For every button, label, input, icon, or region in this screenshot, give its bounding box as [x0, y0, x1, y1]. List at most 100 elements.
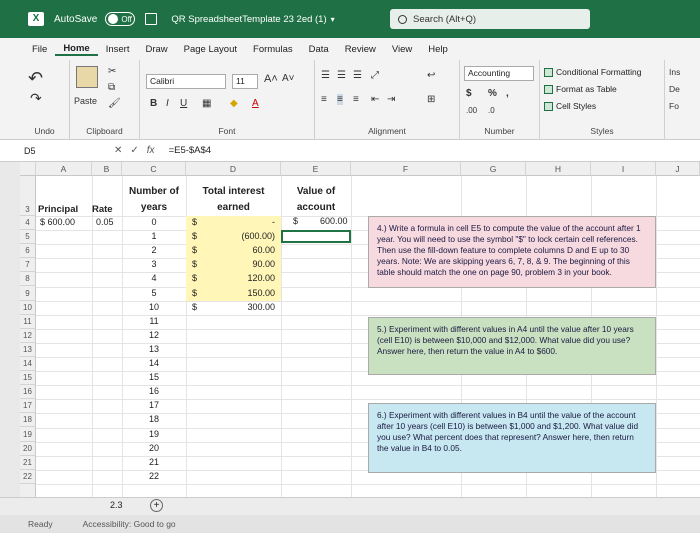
row-header[interactable]: 12 [20, 328, 36, 343]
cell-interest[interactable]: 60.00 [220, 245, 275, 255]
borders-icon[interactable]: ▦ [202, 98, 211, 109]
format-painter-icon[interactable]: 🖌 [108, 98, 121, 109]
col-header-a[interactable]: A [36, 162, 92, 176]
tab-formulas[interactable]: Formulas [245, 44, 301, 55]
underline-button[interactable]: U [180, 98, 187, 109]
cell-years[interactable]: 12 [122, 330, 186, 340]
insert-cells-button[interactable]: Ins [669, 67, 680, 77]
col-header-j[interactable]: J [656, 162, 700, 176]
cell-interest[interactable]: - [220, 217, 275, 227]
orientation-icon[interactable]: ⤢ [371, 70, 379, 81]
cell-interest[interactable]: 90.00 [220, 259, 275, 269]
row-header[interactable]: 20 [20, 441, 36, 456]
accessibility-status[interactable]: Accessibility: Good to go [83, 519, 176, 529]
col-header-i[interactable]: I [591, 162, 656, 176]
decrease-indent-icon[interactable]: ⇤ [371, 94, 379, 105]
row-header[interactable]: 16 [20, 385, 36, 400]
col-header-h[interactable]: H [526, 162, 591, 176]
increase-decimal-icon[interactable]: .00 [466, 106, 477, 115]
format-as-table-button[interactable]: Format as Table [544, 84, 617, 94]
name-box[interactable]: D5 [20, 143, 110, 159]
file-name[interactable]: QR SpreadsheetTemplate 23 2ed (1) [171, 14, 326, 25]
cell-interest[interactable]: (600.00) [220, 231, 275, 241]
row-header[interactable]: 6 [20, 244, 36, 259]
cell-years[interactable]: 0 [122, 217, 186, 227]
row-header[interactable]: 7 [20, 258, 36, 273]
cell-years[interactable]: 2 [122, 245, 186, 255]
format-cells-button[interactable]: Fo [669, 101, 679, 111]
cell-years[interactable]: 21 [122, 457, 186, 467]
row-header[interactable]: 15 [20, 371, 36, 386]
col-header-b[interactable]: B [92, 162, 122, 176]
row-header[interactable]: 8 [20, 272, 36, 287]
align-right-icon[interactable]: ≡ [353, 94, 359, 105]
undo-icon[interactable]: ↶ [28, 68, 43, 89]
tab-insert[interactable]: Insert [98, 44, 138, 55]
italic-button[interactable]: I [166, 98, 169, 109]
cell-e4-currency[interactable]: $ [293, 216, 298, 226]
cell-years[interactable]: 15 [122, 372, 186, 382]
currency-button[interactable]: $ [466, 88, 472, 99]
paste-label[interactable]: Paste [74, 96, 97, 106]
percent-button[interactable]: % [488, 88, 497, 99]
fill-color-icon[interactable]: ◆ [230, 98, 238, 109]
cell-years[interactable]: 10 [122, 302, 186, 312]
cell-years[interactable]: 17 [122, 400, 186, 410]
align-top-icon[interactable]: ☰ [321, 70, 330, 81]
cell-years[interactable]: 18 [122, 414, 186, 424]
tab-draw[interactable]: Draw [137, 44, 175, 55]
row-header[interactable]: 21 [20, 455, 36, 470]
merge-center-icon[interactable]: ⊞ [427, 94, 435, 105]
cell-years[interactable]: 1 [122, 231, 186, 241]
col-header-c[interactable]: C [122, 162, 186, 176]
tab-page-layout[interactable]: Page Layout [176, 44, 245, 55]
tab-help[interactable]: Help [420, 44, 456, 55]
shrink-font-button[interactable]: A˅ [282, 73, 295, 84]
row-header[interactable]: 4 [20, 216, 36, 231]
cell-years[interactable]: 5 [122, 288, 186, 298]
delete-cells-button[interactable]: De [669, 84, 680, 94]
cell-interest[interactable]: 150.00 [220, 288, 275, 298]
decrease-decimal-icon[interactable]: .0 [488, 106, 495, 115]
bold-button[interactable]: B [150, 98, 157, 109]
row-header[interactable]: 22 [20, 469, 36, 484]
font-size-select[interactable]: 11 [232, 74, 258, 89]
font-name-select[interactable]: Calibri [146, 74, 226, 89]
insert-function-icon[interactable]: fx [147, 145, 155, 156]
sheet-tab-active[interactable]: 2.3 [110, 500, 123, 510]
increase-indent-icon[interactable]: ⇥ [387, 94, 395, 105]
tab-view[interactable]: View [384, 44, 420, 55]
autosave-toggle[interactable]: Off [105, 12, 136, 26]
cell-interest[interactable]: 120.00 [220, 273, 275, 283]
align-center-icon[interactable]: ≡ [337, 94, 343, 105]
cell-styles-button[interactable]: Cell Styles [544, 101, 596, 111]
selected-cell-e5[interactable] [281, 230, 351, 243]
cell-a4[interactable]: $ 600.00 [40, 217, 75, 227]
cell-years[interactable]: 20 [122, 443, 186, 453]
tab-data[interactable]: Data [301, 44, 337, 55]
align-middle-icon[interactable]: ☰ [337, 70, 346, 81]
wrap-text-icon[interactable]: ↩ [427, 70, 435, 81]
row-header[interactable]: 18 [20, 413, 36, 428]
chevron-down-icon[interactable]: ▾ [331, 15, 335, 24]
row-header[interactable]: 3 [20, 176, 36, 216]
cell-e4[interactable]: 600.00 [320, 216, 348, 226]
row-header[interactable]: 17 [20, 399, 36, 414]
align-bottom-icon[interactable]: ☰ [353, 70, 362, 81]
col-header-f[interactable]: F [351, 162, 461, 176]
cell-years[interactable]: 4 [122, 273, 186, 283]
conditional-formatting-button[interactable]: Conditional Formatting [544, 67, 642, 77]
enter-icon[interactable]: ✓ [130, 145, 138, 156]
col-header-d[interactable]: D [186, 162, 281, 176]
tab-home[interactable]: Home [55, 43, 98, 56]
cell-interest[interactable]: 300.00 [220, 302, 275, 312]
save-icon[interactable] [145, 13, 158, 25]
row-header[interactable]: 9 [20, 286, 36, 301]
formula-input[interactable]: =E5-$A$4 [169, 145, 212, 156]
copy-icon[interactable]: ⧉ [108, 82, 115, 93]
row-header[interactable]: 11 [20, 314, 36, 329]
select-all-corner[interactable] [20, 162, 36, 176]
row-header[interactable]: 19 [20, 427, 36, 442]
cell-b4[interactable]: 0.05 [96, 217, 114, 227]
grow-font-button[interactable]: A˄ [264, 73, 278, 85]
